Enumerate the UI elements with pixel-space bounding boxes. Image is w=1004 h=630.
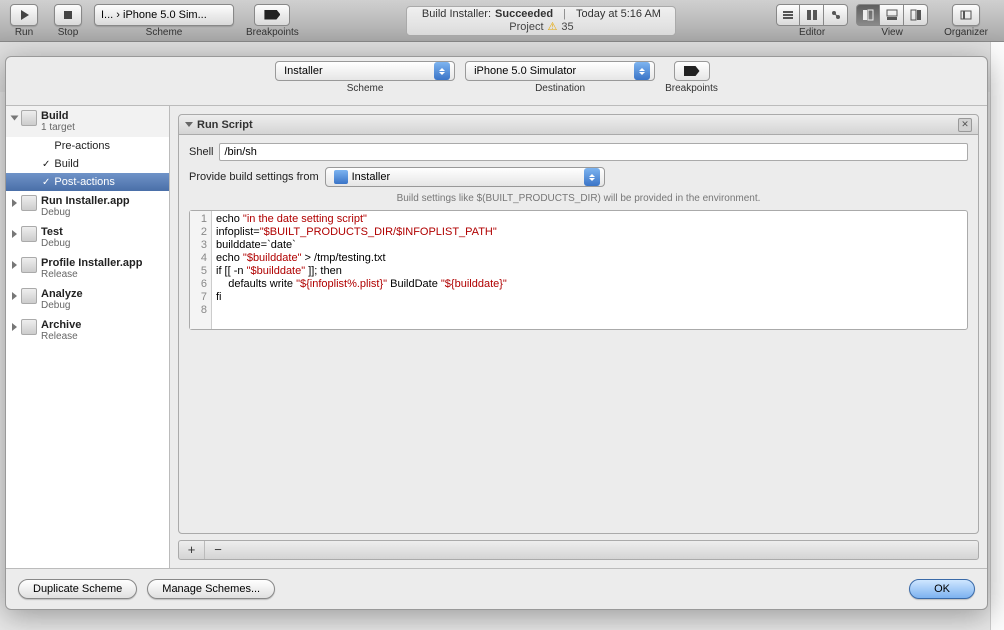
scheme-editor-sheet: Installer Scheme iPhone 5.0 Simulator De… — [5, 56, 988, 610]
sidebar-item-test[interactable]: TestDebug — [6, 222, 169, 253]
project-label: Project — [509, 21, 543, 33]
build-sub: 1 target — [41, 122, 75, 133]
sheet-destination-label: Destination — [535, 83, 585, 94]
shell-label: Shell — [189, 146, 213, 158]
main-panel: Run Script ✕ Shell Provide build setting… — [170, 106, 987, 568]
ok-button[interactable]: OK — [909, 579, 975, 599]
editor-label: Editor — [799, 27, 825, 38]
warning-count: 35 — [561, 21, 573, 33]
scheme-label: Scheme — [146, 27, 183, 38]
panel-header[interactable]: Run Script ✕ — [179, 115, 978, 135]
analyze-icon — [21, 288, 37, 304]
disclosure-down-icon — [185, 122, 193, 127]
script-editor[interactable]: 12345678 echo "in the date setting scrip… — [189, 210, 968, 330]
remove-button[interactable]: − — [205, 541, 231, 559]
disclosure-icon — [12, 323, 17, 331]
editor-segment[interactable] — [776, 4, 848, 26]
sidebar-sub-postactions[interactable]: Post-actions — [6, 173, 169, 191]
disclosure-icon — [12, 292, 17, 300]
updown-icon — [434, 62, 450, 80]
view-label: View — [881, 27, 903, 38]
sidebar-item-run[interactable]: Run Installer.appDebug — [6, 191, 169, 222]
app-icon — [334, 170, 348, 184]
provide-value: Installer — [352, 171, 391, 183]
sheet-destination-value: iPhone 5.0 Simulator — [474, 65, 576, 77]
scheme-value: I... › iPhone 5.0 Sim... — [101, 9, 207, 21]
archive-icon — [21, 319, 37, 335]
profile-icon — [21, 257, 37, 273]
breakpoints-button[interactable] — [254, 4, 290, 26]
test-icon — [21, 226, 37, 242]
sidebar-item-archive[interactable]: ArchiveRelease — [6, 315, 169, 346]
status-prefix: Build Installer: — [422, 8, 491, 20]
shell-input[interactable] — [219, 143, 968, 161]
organizer-button[interactable]: Organizer — [936, 4, 996, 38]
sidebar-item-analyze[interactable]: AnalyzeDebug — [6, 284, 169, 315]
updown-icon — [634, 62, 650, 80]
disclosure-icon — [11, 116, 19, 121]
check-icon — [42, 158, 50, 170]
sidebar-sub-build[interactable]: Build — [6, 155, 169, 173]
disclosure-icon — [12, 199, 17, 207]
breakpoints-label: Breakpoints — [246, 27, 299, 38]
status-result: Succeeded — [495, 8, 553, 20]
sidebar-item-profile[interactable]: Profile Installer.appRelease — [6, 253, 169, 284]
status-time: Today at 5:16 AM — [576, 8, 661, 20]
stop-button[interactable]: Stop — [46, 0, 90, 41]
run-label: Run — [15, 27, 33, 38]
add-button[interactable]: + — [179, 541, 205, 559]
close-icon[interactable]: ✕ — [958, 118, 972, 132]
build-icon — [21, 110, 37, 126]
manage-schemes-button[interactable]: Manage Schemes... — [147, 579, 275, 599]
sheet-scheme-label: Scheme — [347, 83, 384, 94]
view-segment[interactable] — [856, 4, 928, 26]
organizer-label: Organizer — [944, 27, 988, 38]
sheet-footer: Duplicate Scheme Manage Schemes... OK — [6, 569, 987, 609]
main-toolbar: Run Stop I... › iPhone 5.0 Sim... Scheme… — [0, 0, 1004, 42]
sidebar-item-build[interactable]: Build 1 target — [6, 106, 169, 137]
updown-icon — [584, 168, 600, 186]
breakpoint-icon — [264, 10, 280, 20]
warning-icon: ⚠ — [548, 20, 558, 33]
sheet-scheme-combo[interactable]: Installer — [275, 61, 455, 81]
build-title: Build — [41, 110, 75, 122]
scheme-selector[interactable]: I... › iPhone 5.0 Sim... — [94, 4, 234, 26]
check-icon — [42, 176, 50, 188]
run-button[interactable]: Run — [2, 0, 46, 41]
line-gutter: 12345678 — [190, 211, 212, 329]
breakpoint-icon — [684, 66, 700, 76]
provide-label: Provide build settings from — [189, 171, 319, 183]
hint-text: Build settings like $(BUILT_PRODUCTS_DIR… — [189, 193, 968, 204]
sidebar-sub-preactions[interactable]: Pre-actions — [6, 137, 169, 155]
panel-title: Run Script — [197, 119, 954, 131]
run-icon — [21, 195, 37, 211]
add-remove-bar: + − — [178, 540, 979, 560]
disclosure-icon — [12, 230, 17, 238]
sheet-scheme-value: Installer — [284, 65, 323, 77]
sheet-breakpoints-button[interactable] — [674, 61, 710, 81]
provide-combo[interactable]: Installer — [325, 167, 605, 187]
sheet-destination-combo[interactable]: iPhone 5.0 Simulator — [465, 61, 655, 81]
activity-status: Build Installer: Succeeded | Today at 5:… — [406, 6, 676, 36]
stop-label: Stop — [58, 27, 79, 38]
disclosure-icon — [12, 261, 17, 269]
duplicate-scheme-button[interactable]: Duplicate Scheme — [18, 579, 137, 599]
code-content[interactable]: echo "in the date setting script" infopl… — [212, 211, 511, 329]
action-sidebar: Build 1 target Pre-actions Build Post-ac… — [6, 106, 170, 568]
sheet-breakpoints-label: Breakpoints — [665, 83, 718, 94]
